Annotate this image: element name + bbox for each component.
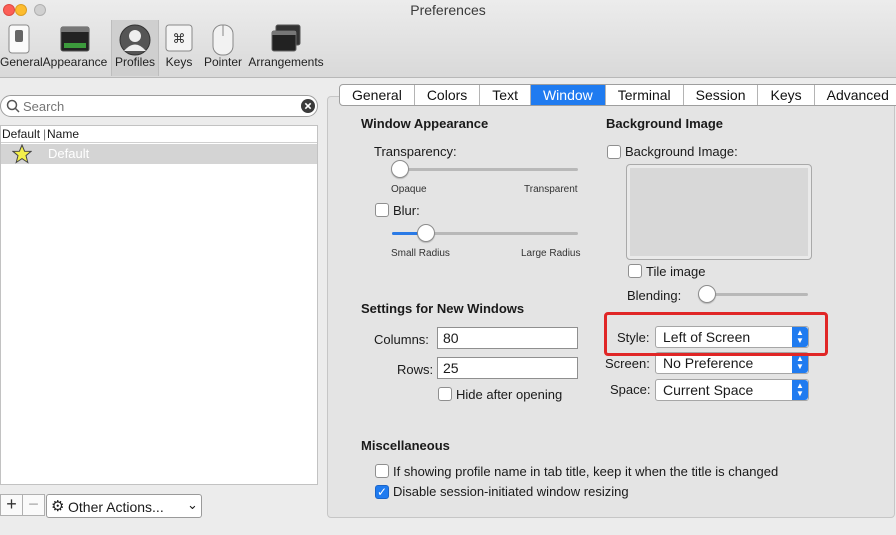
mouse-icon (212, 24, 234, 56)
space-popup[interactable]: Current Space ▲ ▼ (655, 379, 809, 401)
toolbar-label: Appearance (42, 55, 108, 69)
tile-image-checkbox[interactable] (628, 264, 642, 278)
transparency-slider-track[interactable] (392, 168, 578, 171)
rows-label: Rows: (397, 362, 434, 377)
tab-window[interactable]: Window (530, 85, 606, 105)
annotation-highlight-box (604, 312, 828, 356)
blur-slider-knob[interactable] (416, 224, 435, 242)
title-bar: Preferences General Appearance Profiles … (0, 0, 896, 78)
person-icon (119, 24, 151, 56)
keep-profile-name-checkbox[interactable] (375, 464, 389, 478)
table-header: Default | Name (1, 126, 317, 143)
background-image-label: Background Image: (625, 144, 738, 159)
default-star-icon (12, 144, 32, 164)
blur-label: Blur: (393, 203, 420, 218)
toolbar-label: Pointer (203, 55, 243, 69)
keep-profile-name-label: If showing profile name in tab title, ke… (393, 464, 779, 479)
background-image-well[interactable] (626, 164, 812, 260)
toolbar-label: Arrangements (248, 55, 324, 69)
svg-text:⌘: ⌘ (173, 32, 186, 47)
toolbar-keys[interactable]: ⌘ Keys (162, 20, 196, 76)
stacked-windows-icon (271, 24, 301, 52)
terminal-window-icon (60, 26, 90, 52)
command-key-icon: ⌘ (165, 24, 193, 52)
disable-resizing-label: Disable session-initiated window resizin… (393, 484, 629, 499)
transparency-slider-knob[interactable] (391, 160, 409, 178)
transparency-max-label: Transparent (524, 184, 578, 195)
hide-after-opening-checkbox[interactable] (438, 387, 452, 401)
screen-label: Screen: (605, 356, 650, 371)
transparency-label: Transparency: (374, 144, 457, 159)
background-image-checkbox[interactable] (607, 145, 621, 159)
clear-search-icon[interactable] (301, 99, 315, 113)
tab-general[interactable]: General (340, 85, 415, 105)
window-appearance-title: Window Appearance (361, 116, 489, 131)
other-actions-label: Other Actions... (68, 499, 164, 515)
blending-slider-knob[interactable] (698, 285, 716, 303)
column-header-default[interactable]: Default (2, 127, 40, 141)
tab-session[interactable]: Session (684, 85, 759, 105)
hide-after-opening-label: Hide after opening (456, 387, 563, 402)
toolbar-general[interactable]: General (0, 20, 43, 76)
toolbar-pointer[interactable]: Pointer (201, 20, 245, 76)
toolbar-profiles[interactable]: Profiles (111, 20, 159, 76)
up-down-arrows-icon: ▲ ▼ (792, 380, 808, 400)
column-header-name[interactable]: Name (47, 127, 79, 141)
space-value: Current Space (663, 382, 754, 398)
remove-profile-button[interactable]: − (22, 494, 45, 516)
new-windows-title: Settings for New Windows (361, 301, 525, 316)
blending-label: Blending: (627, 288, 682, 303)
columns-label: Columns: (374, 332, 429, 347)
tab-bar: General Colors Text Window Terminal Sess… (339, 84, 896, 106)
search-icon (6, 99, 20, 113)
tab-advanced[interactable]: Advanced (815, 85, 896, 105)
profile-name: Default (48, 146, 90, 161)
toolbar-label: Keys (165, 55, 193, 69)
blur-max-label: Large Radius (521, 248, 581, 259)
profile-search-field[interactable] (0, 95, 318, 117)
transparency-min-label: Opaque (391, 184, 427, 195)
profiles-table[interactable]: Default | Name Default (0, 125, 318, 485)
other-actions-menu[interactable]: ⚙ Other Actions... ⌄ (46, 494, 202, 518)
toolbar-label: Profiles (114, 55, 155, 69)
miscellaneous-title: Miscellaneous (361, 438, 450, 453)
blending-slider-track[interactable] (700, 293, 808, 296)
table-row[interactable]: Default (1, 144, 317, 164)
toolbar-label: General (0, 55, 43, 69)
columns-field[interactable]: 80 (437, 327, 578, 349)
window-title: Preferences (410, 2, 486, 18)
tab-colors[interactable]: Colors (415, 85, 481, 105)
toolbar-arrangements[interactable]: Arrangements (248, 20, 324, 76)
checkmark-icon: ✓ (376, 485, 388, 499)
add-profile-button[interactable]: + (0, 494, 23, 516)
blur-checkbox[interactable] (375, 203, 389, 217)
gear-icon: ⚙ (51, 498, 65, 515)
background-image-title: Background Image (606, 116, 724, 131)
tab-text[interactable]: Text (480, 85, 531, 105)
tile-image-label: Tile image (646, 264, 706, 279)
blur-min-label: Small Radius (391, 248, 450, 259)
tab-keys[interactable]: Keys (758, 85, 815, 105)
search-input[interactable] (23, 98, 293, 114)
chevron-down-icon: ⌄ (187, 497, 198, 512)
rows-field[interactable]: 25 (437, 357, 578, 379)
up-down-arrows-icon: ▲ ▼ (792, 353, 808, 373)
disable-resizing-checkbox[interactable]: ✓ (375, 485, 389, 499)
screen-value: No Preference (663, 355, 754, 371)
tab-terminal[interactable]: Terminal (606, 85, 684, 105)
space-label: Space: (610, 382, 651, 397)
toolbar-appearance[interactable]: Appearance (40, 20, 110, 76)
switch-icon (8, 24, 30, 54)
